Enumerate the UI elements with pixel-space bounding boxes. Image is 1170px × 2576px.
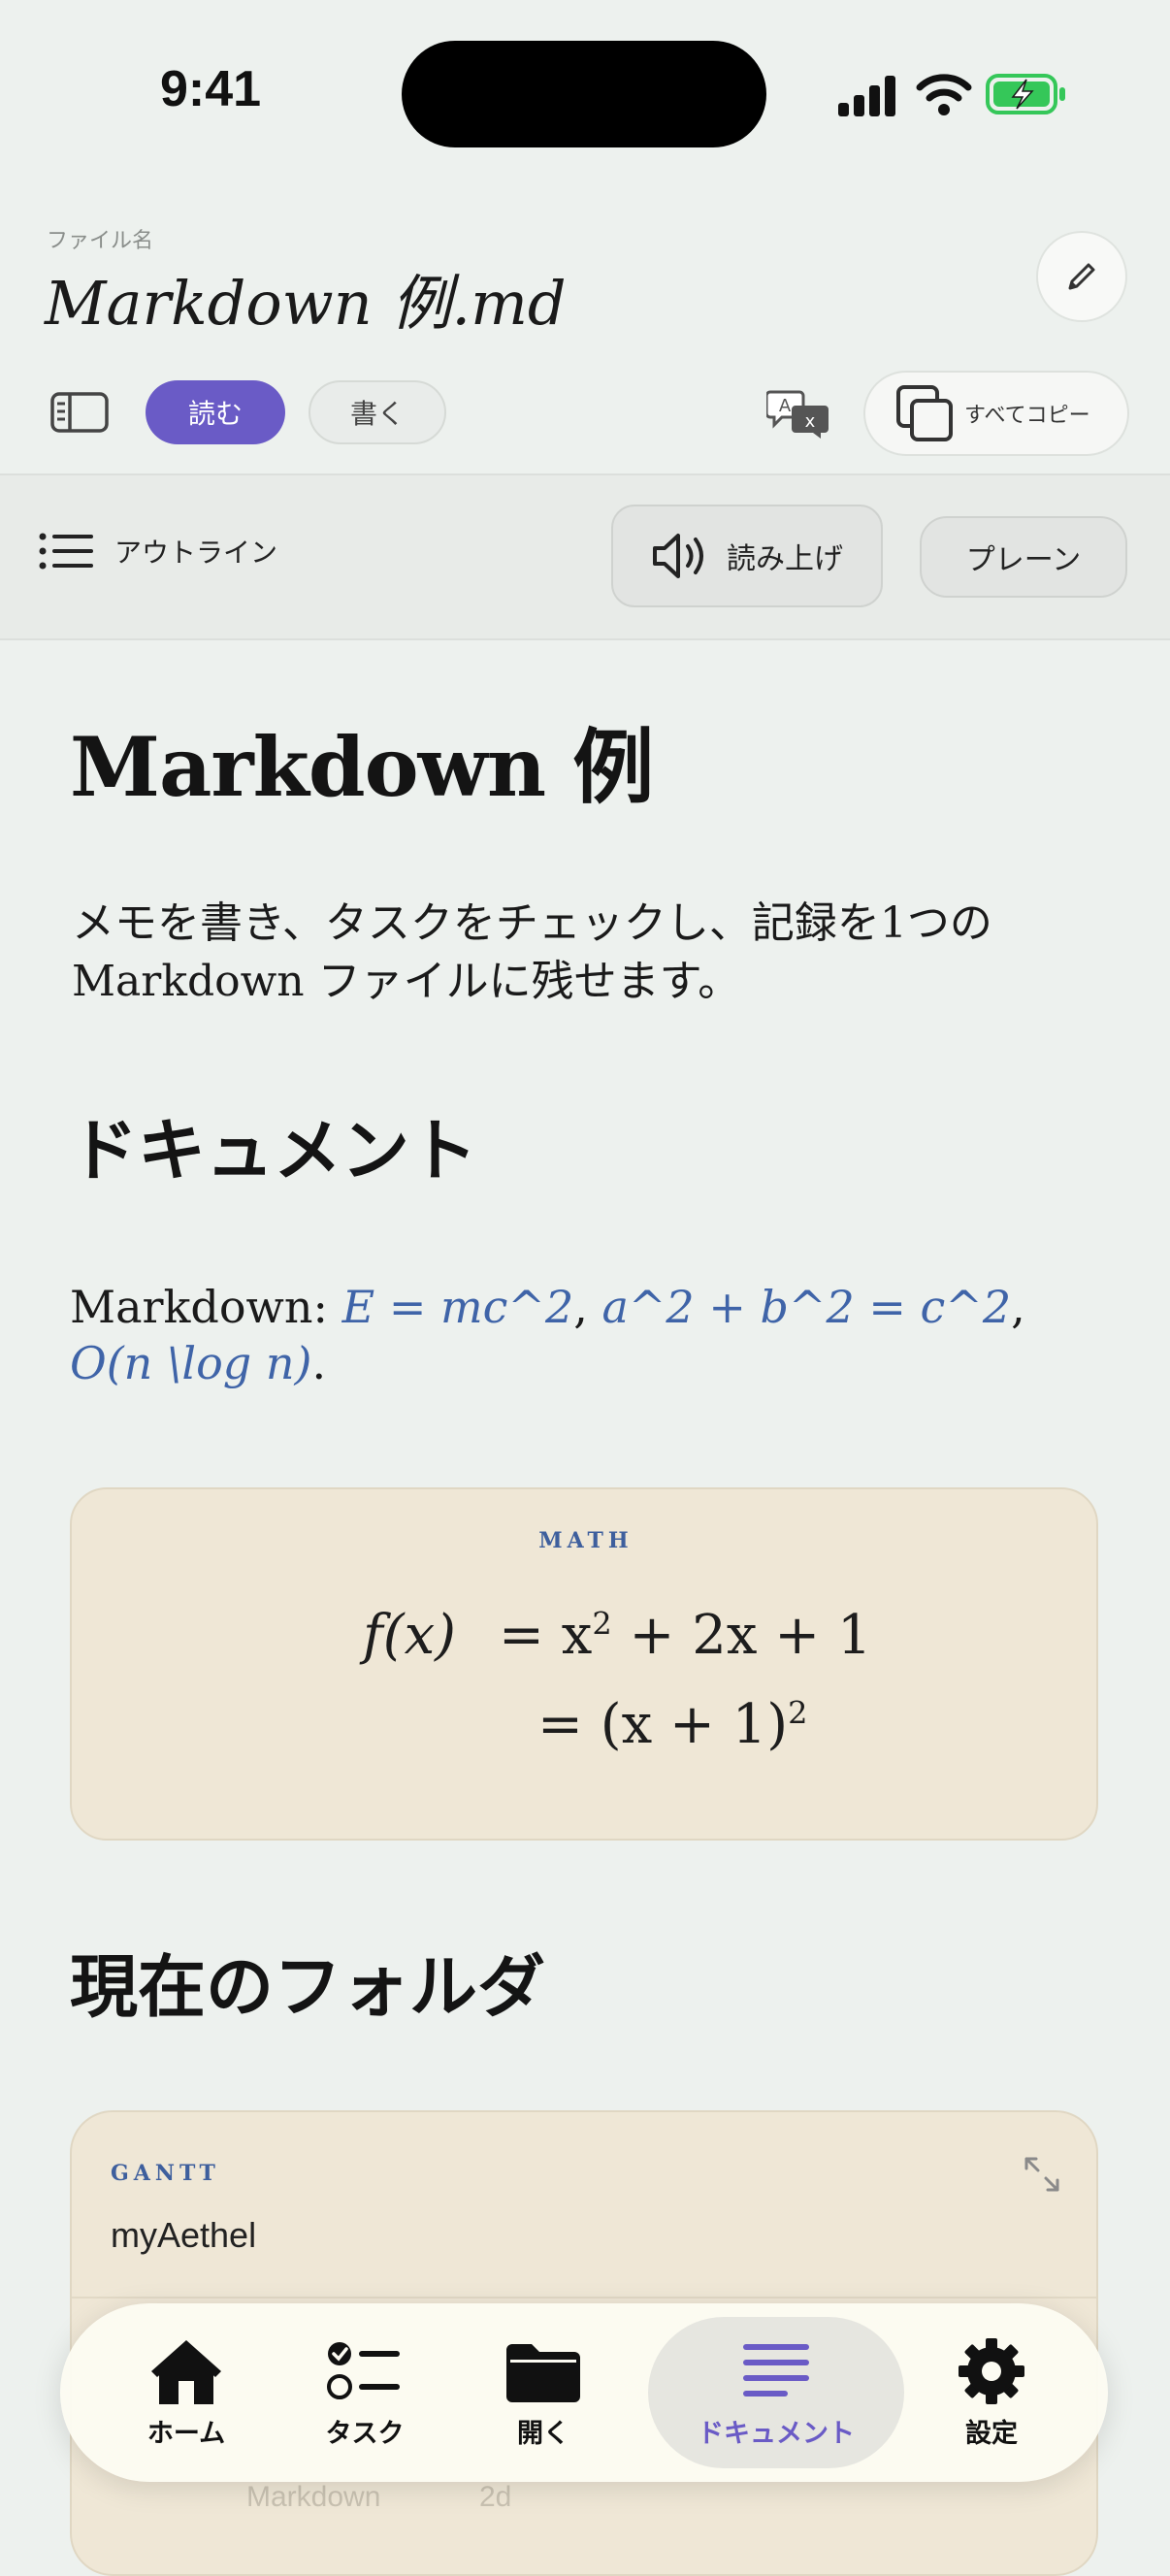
intro-paragraph: メモを書き、タスクをチェックし、記録を1つの Markdown ファイルに残せま… (72, 895, 1110, 1011)
file-name[interactable]: Markdown 例.md (45, 254, 567, 342)
status-time: 9:41 (160, 61, 262, 117)
edit-button[interactable] (1036, 231, 1127, 322)
signal-icon (838, 76, 895, 116)
separator-1: , (573, 1281, 602, 1333)
section-heading-current-folder: 現在のフォルダ (70, 1946, 545, 2027)
dynamic-island (402, 41, 766, 147)
plain-button[interactable]: プレーン (920, 516, 1127, 598)
math-block: MATH f(x) = x2 + 2x + 1 = (x + 1)2 (70, 1487, 1098, 1841)
intro-line-1: メモを書き、タスクをチェックし、記録を1つの (72, 898, 992, 948)
outline-label: アウトライン (114, 537, 278, 569)
math-line-1-lhs: f(x) (363, 1604, 457, 1667)
tab-label: ドキュメント (698, 2418, 855, 2449)
tab-label: タスク (325, 2418, 405, 2449)
math-line-2: = (x + 1)2 (537, 1693, 808, 1756)
tab-label: 設定 (965, 2418, 1018, 2449)
intro-line-2: Markdown ファイルに残せます。 (72, 957, 741, 1006)
copy-all-label: すべてコピー (964, 404, 1090, 428)
md-suffix: . (311, 1337, 327, 1389)
sidebar-toggle-icon[interactable] (50, 390, 109, 435)
inline-math-2: a^2 + b^2 = c^2 (601, 1281, 1012, 1333)
outline-button[interactable]: アウトライン (39, 532, 277, 571)
folder-icon (506, 2343, 580, 2402)
md-prefix: Markdown: (70, 1281, 342, 1333)
copy-icon (896, 385, 953, 441)
file-name-label: ファイル名 (47, 229, 154, 253)
tab-tasks[interactable]: タスク (287, 2303, 442, 2482)
house-icon (151, 2339, 221, 2404)
read-aloud-label: 読み上げ (727, 542, 843, 576)
copy-all-button[interactable]: すべてコピー (863, 371, 1129, 456)
inline-math-3: O(n \log n) (70, 1337, 312, 1389)
read-mode-button[interactable]: 読む (146, 380, 285, 444)
expand-icon[interactable] (1023, 2155, 1061, 2194)
read-aloud-button[interactable]: 読み上げ (611, 505, 883, 607)
section-heading-documents: ドキュメント (70, 1110, 477, 1190)
math-exponent-2: 2 (788, 1694, 808, 1732)
gantt-row-name: Markdown (246, 2481, 381, 2513)
document-title: Markdown 例 (70, 719, 654, 815)
tab-label: ホーム (146, 2418, 226, 2449)
math-exponent-1: 2 (592, 1605, 612, 1643)
inline-math-line: Markdown: E = mc^2, a^2 + b^2 = c^2, O(n… (70, 1279, 1098, 1391)
tab-label: 開く (517, 2418, 569, 2449)
write-mode-button[interactable]: 書く (309, 380, 446, 444)
svg-text:A: A (779, 396, 792, 416)
math-block-label: MATH (538, 1528, 634, 1553)
gantt-divider (72, 2297, 1096, 2299)
document-lines-icon (743, 2343, 809, 2397)
translate-icon[interactable]: A x (766, 388, 830, 440)
speaker-icon (653, 534, 703, 578)
math-line-1-rhs: = x2 + 2x + 1 (499, 1604, 872, 1667)
tab-settings[interactable]: 設定 (914, 2303, 1069, 2482)
gantt-label: GANTT (111, 2161, 220, 2186)
svg-text:x: x (805, 411, 816, 432)
tab-home[interactable]: ホーム (109, 2303, 264, 2482)
gantt-row-value: 2d (479, 2481, 512, 2513)
tab-open[interactable]: 開く (466, 2303, 621, 2482)
battery-charging-icon (986, 74, 1065, 114)
checklist-icon (327, 2341, 400, 2399)
pencil-icon (1068, 263, 1095, 290)
outline-list-icon (39, 533, 93, 570)
tab-documents[interactable]: ドキュメント (660, 2303, 893, 2482)
inline-math-1: E = mc^2 (341, 1281, 574, 1333)
tab-bar: ホーム タスク 開く ドキュメント 設定 (60, 2303, 1108, 2482)
separator-2: , (1011, 1281, 1025, 1333)
gantt-title: myAethel (111, 2215, 257, 2255)
gear-icon (959, 2337, 1024, 2404)
wifi-icon (916, 74, 972, 115)
